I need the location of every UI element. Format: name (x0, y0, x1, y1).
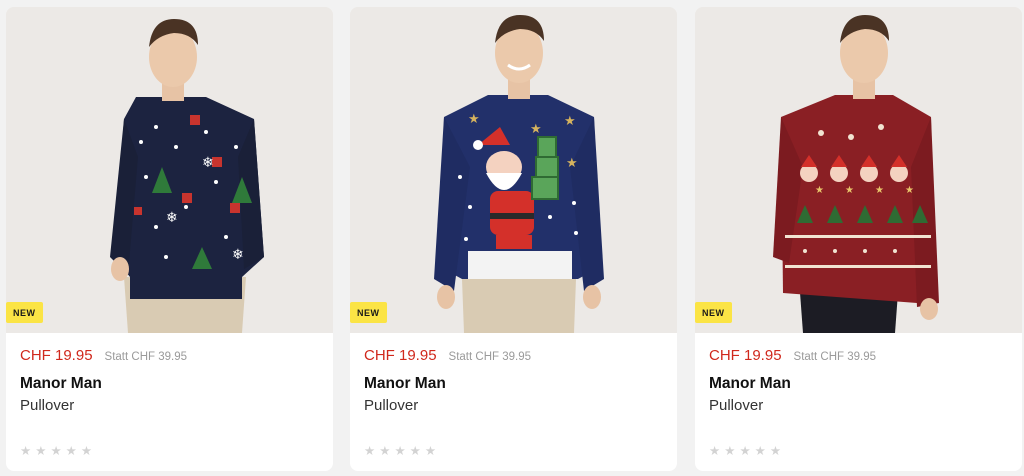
star-icon: ★ (50, 444, 62, 458)
price-row: CHF 19.95 Statt CHF 39.95 (364, 347, 663, 369)
navy-christmas-pullover-image: ❄ ❄ ❄ (6, 7, 333, 333)
svg-text:❄: ❄ (202, 155, 214, 171)
product-image[interactable]: ★ ★ ★ ★ NEW (695, 7, 1022, 333)
product-info: CHF 19.95 Statt CHF 39.95 Manor Man Pull… (709, 347, 1008, 417)
product-name: Pullover (364, 397, 419, 414)
new-badge: NEW (350, 302, 387, 323)
red-christmas-pullover-image: ★ ★ ★ ★ (695, 7, 1022, 333)
old-price: Statt CHF 39.95 (793, 351, 877, 363)
star-icon: ★ (65, 444, 77, 458)
product-name: Pullover (709, 397, 764, 414)
product-grid: ❄ ❄ ❄ NEW CHF 19.95 Statt CHF 39.95 Manor … (6, 7, 1022, 473)
product-brand: Manor Man (364, 375, 446, 392)
product-card[interactable]: ❄ ❄ ❄ NEW CHF 19.95 Statt CHF 39.95 Manor … (6, 7, 333, 471)
price-row: CHF 19.95 Statt CHF 39.95 (709, 347, 1008, 369)
svg-text:★: ★ (905, 185, 914, 196)
svg-text:★: ★ (468, 112, 480, 127)
product-card[interactable]: ★ ★ ★ ★ NEW CHF 19.95 Statt CHF 39.95 Manor… (695, 7, 1022, 471)
current-price: CHF 19.95 (20, 347, 93, 364)
product-card[interactable]: ★ ★ ★ ★ NEW CHF 19.95 Statt CHF 39.95 Ma… (350, 7, 677, 471)
star-icon: ★ (364, 444, 376, 458)
current-price: CHF 19.95 (709, 347, 782, 364)
svg-text:★: ★ (564, 114, 576, 129)
product-info: CHF 19.95 Statt CHF 39.95 Manor Man Pull… (364, 347, 663, 417)
star-icon: ★ (424, 444, 437, 458)
svg-text:❄: ❄ (232, 247, 244, 263)
star-icon: ★ (754, 444, 766, 458)
star-icon: ★ (35, 444, 47, 458)
svg-text:★: ★ (566, 156, 578, 171)
santa-christmas-pullover-image: ★ ★ ★ ★ (350, 7, 677, 333)
new-badge: NEW (695, 302, 732, 323)
star-icon: ★ (769, 444, 782, 458)
star-icon: ★ (709, 444, 721, 458)
product-image[interactable]: ❄ ❄ ❄ NEW (6, 7, 333, 333)
svg-text:★: ★ (845, 185, 854, 196)
old-price: Statt CHF 39.95 (104, 351, 188, 363)
svg-text:❄: ❄ (166, 210, 178, 226)
old-price: Statt CHF 39.95 (448, 351, 532, 363)
product-image[interactable]: ★ ★ ★ ★ NEW (350, 7, 677, 333)
product-brand: Manor Man (709, 375, 791, 392)
current-price: CHF 19.95 (364, 347, 437, 364)
star-icon: ★ (379, 444, 391, 458)
product-name: Pullover (20, 397, 75, 414)
star-icon: ★ (20, 444, 32, 458)
star-icon: ★ (739, 444, 751, 458)
star-icon: ★ (724, 444, 736, 458)
star-icon: ★ (409, 444, 421, 458)
star-icon: ★ (80, 444, 93, 458)
svg-text:★: ★ (530, 122, 542, 137)
svg-text:★: ★ (875, 185, 884, 196)
rating-stars: ★ ★ ★ ★ ★ (364, 444, 436, 458)
price-row: CHF 19.95 Statt CHF 39.95 (20, 347, 319, 369)
product-brand: Manor Man (20, 375, 102, 392)
rating-stars: ★ ★ ★ ★ ★ (709, 444, 781, 458)
product-info: CHF 19.95 Statt CHF 39.95 Manor Man Pull… (20, 347, 319, 417)
rating-stars: ★ ★ ★ ★ ★ (20, 444, 92, 458)
new-badge: NEW (6, 302, 43, 323)
svg-text:★: ★ (815, 185, 824, 196)
star-icon: ★ (394, 444, 406, 458)
